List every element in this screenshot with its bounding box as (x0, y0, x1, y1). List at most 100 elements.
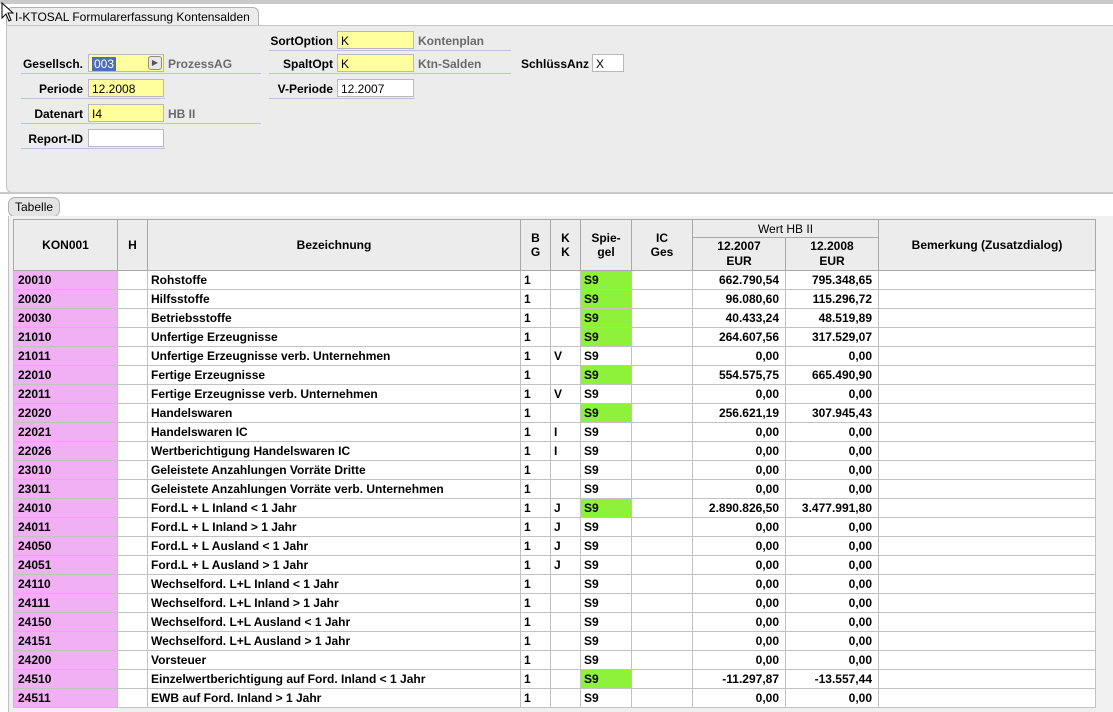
table-row[interactable]: 24200 Vorsteuer 1 S9 0,00 0,00 (13, 650, 1096, 670)
cell-h[interactable] (117, 555, 148, 575)
cell-kk[interactable] (550, 308, 581, 328)
cell-spiegel[interactable]: S9 (580, 498, 632, 518)
cell-bezeichnung[interactable]: Wechselford. L+L Inland > 1 Jahr (147, 593, 521, 613)
table-row[interactable]: 24151 Wechselford. L+L Ausland > 1 Jahr 1 S… (13, 631, 1096, 651)
cell-konto[interactable]: 23011 (13, 479, 118, 499)
cell-icges[interactable] (631, 650, 693, 670)
cell-bemerkung[interactable] (878, 308, 1096, 328)
cell-bemerkung[interactable] (878, 384, 1096, 404)
col-header-kk[interactable]: K K (550, 219, 581, 271)
cell-bg[interactable]: 1 (520, 327, 551, 347)
cell-value-2007[interactable]: 256.621,19 (692, 403, 786, 423)
cell-h[interactable] (117, 669, 148, 689)
cell-kk[interactable] (550, 327, 581, 347)
window-title-tab[interactable]: I-KTOSAL Formularerfassung Kontensalden (6, 7, 259, 26)
cell-value-2007[interactable]: 0,00 (692, 460, 786, 480)
cell-spiegel[interactable]: S9 (580, 365, 632, 385)
cell-value-2008[interactable]: 0,00 (785, 555, 879, 575)
cell-kk[interactable]: I (550, 422, 581, 442)
cell-spiegel[interactable]: S9 (580, 270, 632, 290)
cell-kk[interactable]: J (550, 498, 581, 518)
cell-value-2008[interactable]: 317.529,07 (785, 327, 879, 347)
cell-value-2008[interactable]: 0,00 (785, 422, 879, 442)
cell-bemerkung[interactable] (878, 460, 1096, 480)
table-row[interactable]: 20010 Rohstoffe 1 S9 662.790,54 795.348,65 (13, 270, 1096, 290)
cell-konto[interactable]: 24200 (13, 650, 118, 670)
cell-icges[interactable] (631, 270, 693, 290)
cell-konto[interactable]: 22026 (13, 441, 118, 461)
cell-value-2007[interactable]: 0,00 (692, 631, 786, 651)
cell-kk[interactable] (550, 650, 581, 670)
col-header-konto[interactable]: KON001 (13, 219, 118, 271)
cell-bezeichnung[interactable]: Betriebsstoffe (147, 308, 521, 328)
cell-konto[interactable]: 23010 (13, 460, 118, 480)
table-row[interactable]: 22011 Fertige Erzeugnisse verb. Unternehm… (13, 384, 1096, 404)
cell-kk[interactable]: I (550, 441, 581, 461)
cell-bezeichnung[interactable]: Handelswaren IC (147, 422, 521, 442)
cell-spiegel[interactable]: S9 (580, 346, 632, 366)
cell-bg[interactable]: 1 (520, 631, 551, 651)
cell-bezeichnung[interactable]: Unfertige Erzeugnisse verb. Unternehmen (147, 346, 521, 366)
cell-icges[interactable] (631, 460, 693, 480)
cell-bemerkung[interactable] (878, 403, 1096, 423)
cell-bemerkung[interactable] (878, 289, 1096, 309)
cell-bg[interactable]: 1 (520, 365, 551, 385)
cell-value-2007[interactable]: 662.790,54 (692, 270, 786, 290)
cell-value-2008[interactable]: 0,00 (785, 688, 879, 708)
cell-konto[interactable]: 24011 (13, 517, 118, 537)
cell-value-2007[interactable]: 0,00 (692, 346, 786, 366)
cell-spiegel[interactable]: S9 (580, 669, 632, 689)
cell-bezeichnung[interactable]: Wechselford. L+L Ausland > 1 Jahr (147, 631, 521, 651)
cell-icges[interactable] (631, 289, 693, 309)
cell-spiegel[interactable]: S9 (580, 460, 632, 480)
cell-value-2008[interactable]: 115.296,72 (785, 289, 879, 309)
cell-kk[interactable]: V (550, 384, 581, 404)
cell-value-2007[interactable]: 0,00 (692, 441, 786, 461)
table-row[interactable]: 23010 Geleistete Anzahlungen Vorräte Drit… (13, 460, 1096, 480)
cell-value-2007[interactable]: 96.080,60 (692, 289, 786, 309)
cell-spiegel[interactable]: S9 (580, 441, 632, 461)
cell-h[interactable] (117, 289, 148, 309)
cell-h[interactable] (117, 346, 148, 366)
panel-splitter[interactable] (0, 192, 1113, 194)
cell-h[interactable] (117, 327, 148, 347)
col-header-icges[interactable]: IC Ges (631, 219, 693, 271)
cell-bg[interactable]: 1 (520, 346, 551, 366)
cell-value-2007[interactable]: -11.297,87 (692, 669, 786, 689)
cell-value-2008[interactable]: 0,00 (785, 460, 879, 480)
cell-spiegel[interactable]: S9 (580, 631, 632, 651)
cell-value-2007[interactable]: 0,00 (692, 384, 786, 404)
cell-bezeichnung[interactable]: Hilfsstoffe (147, 289, 521, 309)
cell-konto[interactable]: 24511 (13, 688, 118, 708)
cell-value-2007[interactable]: 40.433,24 (692, 308, 786, 328)
cell-h[interactable] (117, 517, 148, 537)
cell-h[interactable] (117, 270, 148, 290)
cell-h[interactable] (117, 308, 148, 328)
cell-bezeichnung[interactable]: Einzelwertberichtigung auf Ford. Inland … (147, 669, 521, 689)
cell-h[interactable] (117, 593, 148, 613)
cell-value-2007[interactable]: 0,00 (692, 555, 786, 575)
cell-value-2008[interactable]: 0,00 (785, 384, 879, 404)
cell-bg[interactable]: 1 (520, 403, 551, 423)
cell-bg[interactable]: 1 (520, 479, 551, 499)
cell-kk[interactable]: V (550, 346, 581, 366)
cell-konto[interactable]: 20010 (13, 270, 118, 290)
cell-bemerkung[interactable] (878, 270, 1096, 290)
cell-icges[interactable] (631, 669, 693, 689)
cell-icges[interactable] (631, 346, 693, 366)
cell-bemerkung[interactable] (878, 593, 1096, 613)
cell-value-2007[interactable]: 554.575,75 (692, 365, 786, 385)
table-row[interactable]: 20020 Hilfsstoffe 1 S9 96.080,60 115.296,72 (13, 289, 1096, 309)
cell-bg[interactable]: 1 (520, 574, 551, 594)
cell-bezeichnung[interactable]: Rohstoffe (147, 270, 521, 290)
cell-bemerkung[interactable] (878, 669, 1096, 689)
cell-bg[interactable]: 1 (520, 384, 551, 404)
cell-h[interactable] (117, 536, 148, 556)
cell-h[interactable] (117, 479, 148, 499)
cell-spiegel[interactable]: S9 (580, 650, 632, 670)
cell-spiegel[interactable]: S9 (580, 555, 632, 575)
table-row[interactable]: 21010 Unfertige Erzeugnisse 1 S9 264.607,56 3… (13, 327, 1096, 347)
table-row[interactable]: 22010 Fertige Erzeugnisse 1 S9 554.575,75 665… (13, 365, 1096, 385)
cell-konto[interactable]: 21010 (13, 327, 118, 347)
cell-bemerkung[interactable] (878, 479, 1096, 499)
